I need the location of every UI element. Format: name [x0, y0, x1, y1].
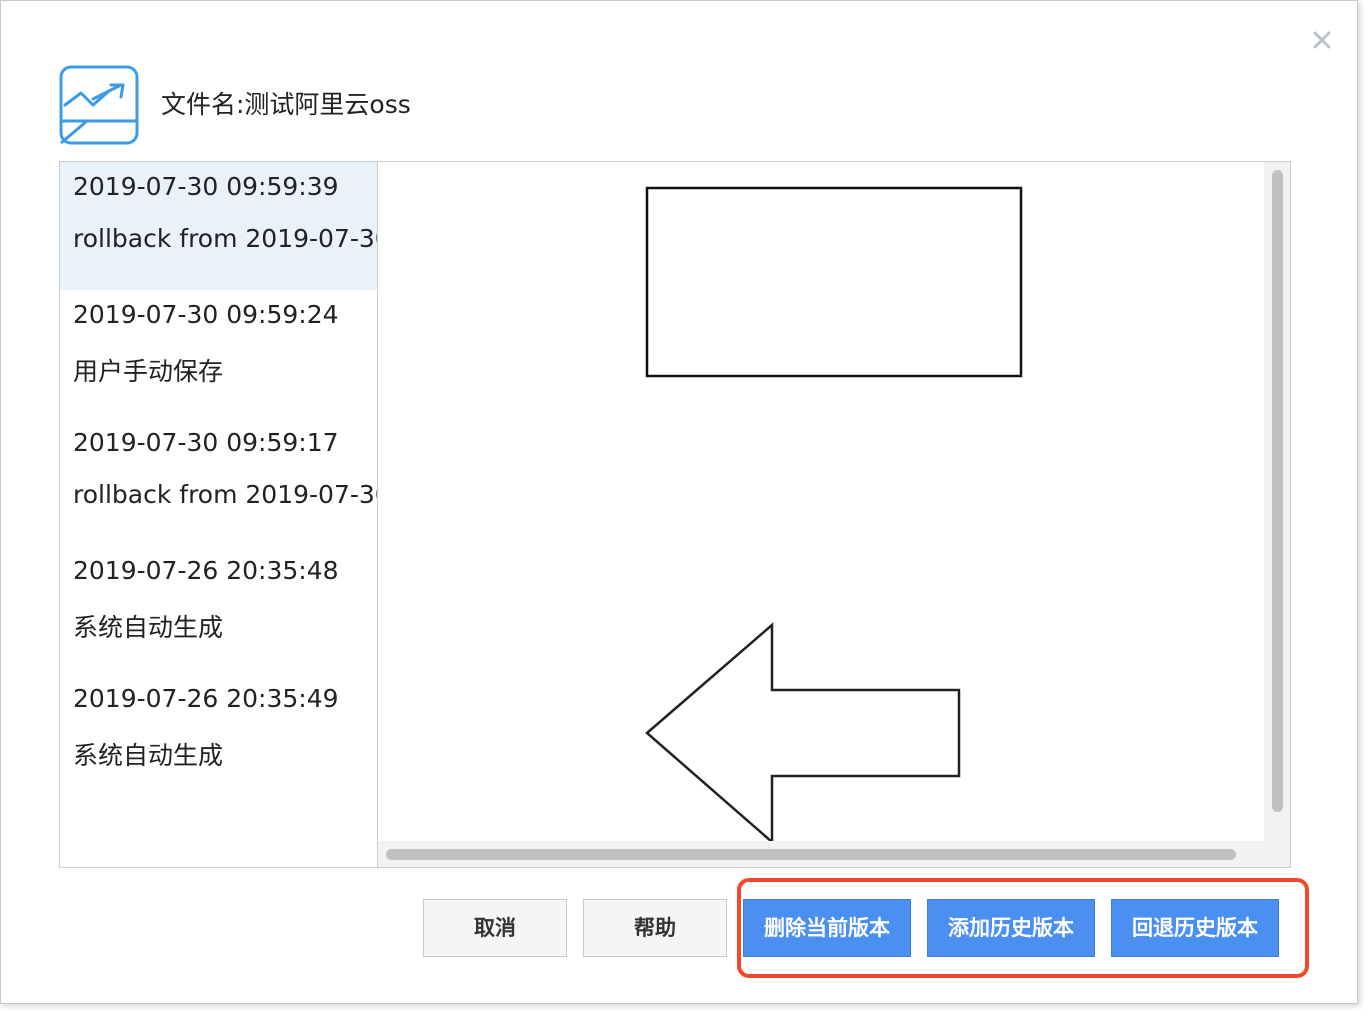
version-item[interactable]: 2019-07-30 09:59:24 用户手动保存	[60, 290, 377, 418]
version-item[interactable]: 2019-07-26 20:35:49 系统自动生成	[60, 674, 377, 802]
close-button[interactable]	[1307, 25, 1337, 55]
preview-left-arrow-shape	[645, 622, 961, 842]
version-time: 2019-07-30 09:59:17	[73, 428, 339, 457]
preview-rectangle-shape	[645, 186, 1023, 378]
version-time: 2019-07-26 20:35:48	[73, 556, 339, 585]
version-time: 2019-07-30 09:59:39	[73, 172, 339, 201]
delete-current-version-button[interactable]: 删除当前版本	[743, 899, 911, 957]
version-desc: rollback from 2019-07-30	[73, 224, 378, 253]
horizontal-scrollbar-thumb[interactable]	[386, 849, 1236, 860]
version-panel: 2019-07-30 09:59:39 rollback from 2019-0…	[59, 161, 1291, 868]
version-desc: 用户手动保存	[73, 357, 224, 386]
cancel-button[interactable]: 取消	[423, 899, 567, 957]
version-time: 2019-07-30 09:59:24	[73, 300, 339, 329]
horizontal-scrollbar[interactable]	[378, 841, 1264, 867]
vertical-scrollbar-thumb[interactable]	[1272, 170, 1283, 812]
chart-file-icon	[59, 65, 139, 145]
version-item[interactable]: 2019-07-30 09:59:39 rollback from 2019-0…	[60, 162, 377, 290]
version-time: 2019-07-26 20:35:49	[73, 684, 339, 713]
preview-canvas	[645, 186, 1023, 842]
vertical-scrollbar[interactable]	[1264, 162, 1290, 842]
version-desc: 系统自动生成	[73, 741, 224, 770]
version-desc: 系统自动生成	[73, 613, 224, 642]
version-item[interactable]: 2019-07-30 09:59:17 rollback from 2019-0…	[60, 418, 377, 546]
version-history-dialog: 文件名:测试阿里云oss 2019-07-30 09:59:39 rollbac…	[0, 0, 1358, 1004]
rollback-history-version-button[interactable]: 回退历史版本	[1111, 899, 1279, 957]
version-preview	[378, 162, 1290, 867]
version-item[interactable]: 2019-07-26 20:35:48 系统自动生成	[60, 546, 377, 674]
close-icon	[1313, 31, 1331, 49]
version-list: 2019-07-30 09:59:39 rollback from 2019-0…	[60, 162, 378, 867]
help-button[interactable]: 帮助	[583, 899, 727, 957]
scrollbar-corner	[1264, 841, 1290, 867]
version-desc: rollback from 2019-07-30	[73, 480, 378, 509]
add-history-version-button[interactable]: 添加历史版本	[927, 899, 1095, 957]
file-title: 文件名:测试阿里云oss	[161, 90, 411, 119]
